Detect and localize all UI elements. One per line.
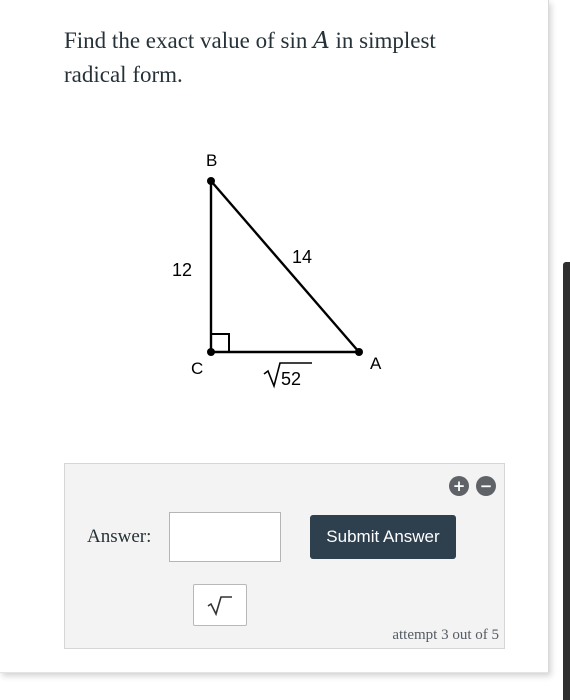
question-variable: A — [313, 28, 330, 54]
vertex-a-dot — [355, 348, 363, 356]
side-ca-label: 52 — [263, 362, 312, 389]
question-text-before: Find the exact value of sin — [64, 28, 314, 53]
attempt-counter: attempt 3 out of 5 — [392, 627, 499, 643]
side-ca-radicand: 52 — [281, 369, 301, 389]
side-ab — [210, 180, 360, 353]
vertex-b-dot — [207, 177, 215, 185]
square-root-icon — [207, 596, 232, 616]
vertex-b-label: B — [206, 151, 217, 170]
submit-answer-button[interactable]: Submit Answer — [310, 515, 456, 559]
question-card: Find the exact value of sin A in simples… — [0, 0, 549, 673]
answer-input[interactable] — [169, 512, 281, 562]
question-text: Find the exact value of sin A in simples… — [64, 24, 504, 92]
vertex-c-label: C — [191, 359, 203, 378]
minus-circle-icon[interactable]: − — [476, 476, 496, 496]
vertex-a-label: A — [370, 354, 382, 373]
plus-circle-icon[interactable]: + — [449, 476, 469, 496]
square-root-button[interactable] — [193, 584, 247, 626]
triangle-diagram: B C A 12 14 52 — [172, 151, 382, 389]
side-ab-label: 14 — [292, 247, 312, 267]
answer-panel: + − Answer: Submit Answer attempt 3 out … — [64, 463, 505, 649]
side-bc-label: 12 — [172, 260, 192, 280]
scrollbar[interactable] — [563, 262, 570, 700]
answer-label: Answer: — [87, 526, 152, 547]
vertex-c-dot — [207, 348, 215, 356]
